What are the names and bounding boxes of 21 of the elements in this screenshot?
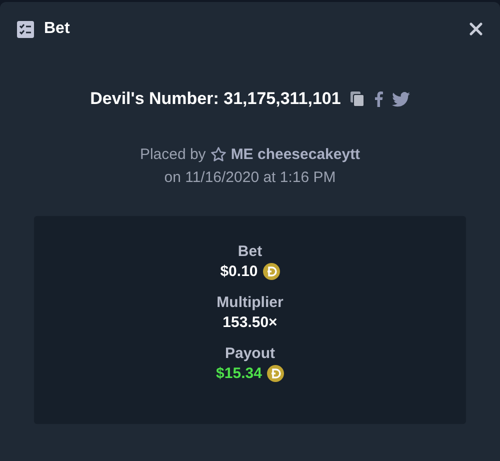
stat-label: Multiplier [216,294,284,311]
twitter-share-button[interactable] [392,92,410,106]
devils-number-text: Devil's Number: 31,175,311,101 [90,89,341,109]
checklist-icon [17,20,34,38]
facebook-share-button[interactable] [374,91,383,107]
copy-button[interactable] [350,91,365,107]
placed-by-label: Placed by [140,146,206,163]
username-link[interactable]: ME cheesecakeytt [230,146,360,163]
close-icon [469,22,483,36]
facebook-icon [374,91,383,107]
stat-value: 153.50× [222,314,278,331]
star-icon [210,146,227,163]
stat-value: $15.34 [216,365,262,382]
close-button[interactable] [469,22,483,36]
dialog-title: Bet [44,20,70,38]
stat-label: Payout [224,345,275,362]
copy-icon [350,91,365,107]
stat-value: $0.10 [220,263,258,280]
bird-icon [392,92,410,106]
stat-label: Bet [238,243,262,260]
placed-date: on 11/16/2020 at 1:16 PM [164,169,336,186]
